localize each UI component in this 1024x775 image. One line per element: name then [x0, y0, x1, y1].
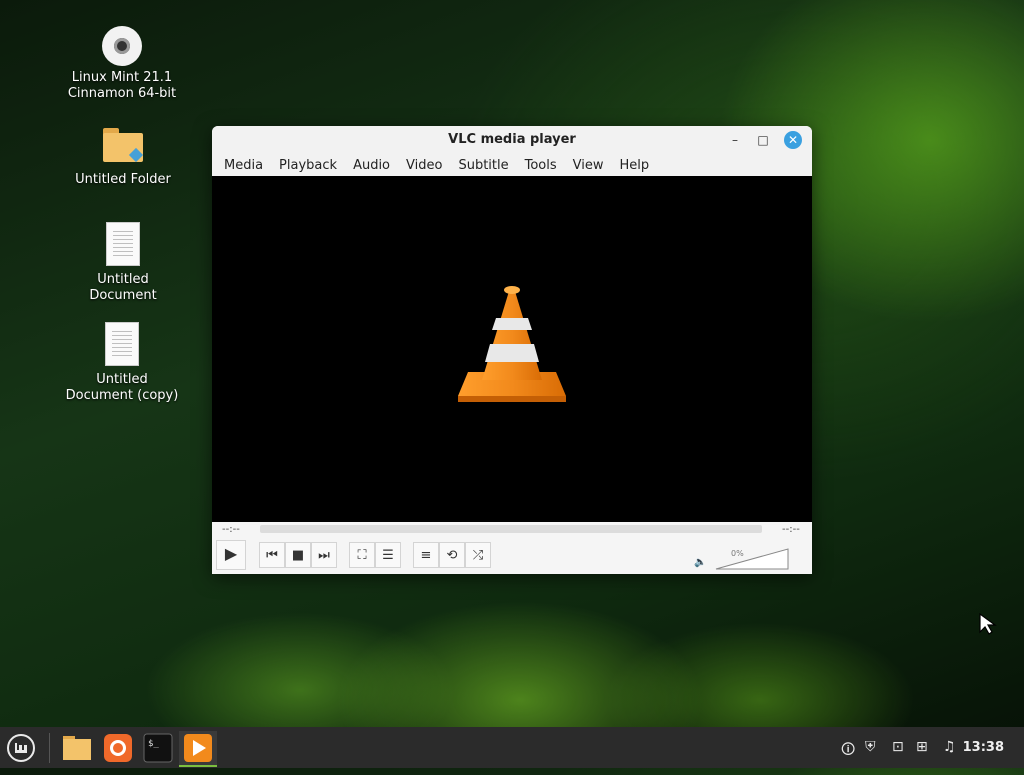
menu-video[interactable]: Video: [406, 158, 442, 173]
vlc-window: VLC media player – □ ✕ Media Playback Au…: [212, 126, 812, 574]
menu-tools[interactable]: Tools: [525, 158, 557, 173]
extended-settings-button[interactable]: ☰: [375, 542, 401, 568]
menu-button[interactable]: [4, 731, 38, 765]
fullscreen-button[interactable]: ⛶: [349, 542, 375, 568]
vlc-taskbar-button[interactable]: [179, 731, 217, 767]
window-title: VLC media player: [448, 132, 576, 147]
folder-icon: [103, 128, 144, 163]
desktop-icon-label: Linux Mint 21.1: [71, 70, 173, 85]
desktop-icon-untitled-folder[interactable]: Untitled Folder: [63, 128, 183, 188]
terminal-icon: $_: [143, 733, 173, 763]
shuffle-button[interactable]: ⤮: [465, 542, 491, 568]
time-elapsed: --:--: [222, 524, 240, 535]
next-button[interactable]: ⏭: [311, 542, 337, 568]
playback-controls: ▶ ⏮ ■ ⏭ ⛶ ☰ ≡ ⟲ ⤮ 🔈 0%: [212, 536, 812, 574]
document-icon: [105, 322, 139, 366]
previous-button[interactable]: ⏮: [259, 542, 285, 568]
svg-text:$_: $_: [148, 739, 159, 749]
disc-icon: [102, 26, 142, 66]
taskbar-separator: [49, 733, 50, 763]
title-bar[interactable]: VLC media player – □ ✕: [212, 126, 812, 154]
desktop-icon-label: Cinnamon 64-bit: [67, 86, 177, 101]
menu-playback[interactable]: Playback: [279, 158, 337, 173]
menu-subtitle[interactable]: Subtitle: [458, 158, 508, 173]
menu-view[interactable]: View: [573, 158, 604, 173]
desktop-icon-label: Document (copy): [65, 388, 179, 403]
desktop-icon-label: Untitled: [97, 272, 149, 287]
menu-audio[interactable]: Audio: [353, 158, 390, 173]
seek-slider[interactable]: [260, 525, 762, 533]
mint-logo-icon: [7, 734, 35, 762]
seek-row: --:-- --:--: [212, 522, 812, 536]
desktop-icon-install-disc[interactable]: Linux Mint 21.1 Cinnamon 64-bit: [62, 26, 182, 102]
update-manager-icon[interactable]: ⊡: [892, 739, 904, 755]
menu-media[interactable]: Media: [224, 158, 263, 173]
time-total: --:--: [782, 524, 800, 535]
desktop-icon-label: Untitled Folder: [75, 172, 171, 187]
firefox-icon: [104, 734, 132, 762]
minimize-button[interactable]: –: [726, 131, 744, 149]
desktop-icon-untitled-document-copy[interactable]: Untitled Document (copy): [62, 322, 182, 404]
desktop-icon-label: Untitled: [96, 372, 148, 387]
terminal-launcher[interactable]: $_: [141, 731, 175, 765]
shield-icon[interactable]: ⛨: [865, 739, 876, 755]
menu-bar: Media Playback Audio Video Subtitle Tool…: [212, 154, 812, 176]
play-button[interactable]: ▶: [216, 540, 246, 570]
files-launcher[interactable]: [60, 731, 94, 765]
vlc-cone-logo: [458, 286, 566, 402]
desktop-icon-label: Document: [89, 288, 157, 303]
video-area[interactable]: [212, 176, 812, 522]
vlc-icon: [184, 734, 212, 762]
network-icon[interactable]: ⊞: [916, 739, 928, 755]
clock[interactable]: 13:38: [963, 740, 1004, 755]
taskbar: $_ 🛈 ⛨ ⊡ ⊞ ♫ 13:38: [0, 727, 1024, 768]
menu-help[interactable]: Help: [620, 158, 650, 173]
folder-icon: [63, 736, 91, 760]
speaker-icon[interactable]: 🔈: [694, 557, 706, 568]
playlist-button[interactable]: ≡: [413, 542, 439, 568]
mouse-cursor-icon: [979, 612, 997, 635]
firefox-launcher[interactable]: [101, 731, 135, 765]
sound-icon[interactable]: ♫: [943, 739, 956, 755]
loop-button[interactable]: ⟲: [439, 542, 465, 568]
document-icon: [106, 222, 140, 266]
desktop-icon-untitled-document[interactable]: Untitled Document: [63, 222, 183, 304]
stop-button[interactable]: ■: [285, 542, 311, 568]
notifications-icon[interactable]: 🛈: [841, 739, 855, 763]
close-button[interactable]: ✕: [784, 131, 802, 149]
volume-slider[interactable]: [715, 548, 789, 570]
maximize-button[interactable]: □: [754, 131, 772, 149]
